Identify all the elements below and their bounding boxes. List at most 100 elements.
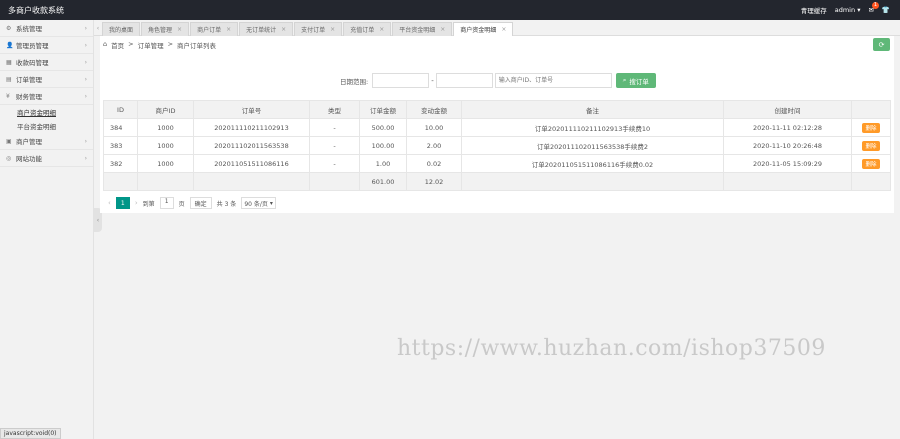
sidebar-item-label: 财务管理	[16, 93, 42, 101]
globe-icon: ◎	[6, 154, 12, 162]
sidebar-item[interactable]: ¥ 财务管理 ›	[0, 88, 93, 105]
column-header: ID	[103, 100, 138, 119]
topbar-actions: 青理缓存 admin ▾ ✉ 1 👕	[801, 2, 890, 15]
user-icon: 👤	[6, 41, 14, 49]
column-header: 备注	[461, 100, 724, 119]
sidebar-item-label: 收款码管理	[16, 59, 49, 67]
cell-action: 删除	[851, 154, 891, 173]
column-header: 订单金额	[359, 100, 407, 119]
cell-type: -	[309, 118, 360, 137]
tab[interactable]: 无订单统计 ×	[239, 22, 294, 36]
total-amount: 601.00	[359, 172, 407, 191]
qrcode-icon: ▦	[6, 58, 12, 66]
sidebar-item[interactable]: ◎ 网站功能 ›	[0, 150, 93, 167]
cell-amount: 100.00	[359, 136, 407, 155]
per-page-select[interactable]: 90 条/页 ▾	[241, 197, 276, 209]
close-icon[interactable]: ×	[379, 26, 384, 33]
sidebar-item-label: 管理员管理	[16, 42, 49, 50]
cell-change: 2.00	[406, 136, 462, 155]
breadcrumb-level2: 商户订单列表	[177, 42, 217, 50]
close-icon[interactable]: ×	[226, 26, 231, 33]
keyword-input[interactable]	[494, 73, 612, 88]
chevron-down-icon: ▾	[857, 6, 861, 14]
cell-type: -	[309, 154, 360, 173]
close-icon[interactable]: ×	[177, 26, 182, 33]
search-row: 日期范围: - ⌕ 搜订单	[340, 73, 656, 88]
table-row: 383 1000 202011102011563538-100.00 2.00 订单20…	[103, 136, 891, 155]
tab[interactable]: 商户资金明细 ×	[453, 22, 514, 36]
tab[interactable]: 支付订单 ×	[294, 22, 343, 36]
pagination: ‹ 1 › 到第 1 页 确定 共 3 条 90 条/页 ▾	[108, 197, 276, 209]
sidebar-subitem[interactable]: 商户资金明细	[0, 105, 93, 119]
close-icon[interactable]: ×	[281, 26, 286, 33]
table-row: 382 1000 202011051511086116-1.00 0.02 订单2020…	[103, 154, 891, 173]
cell-time: 2020-11-05 15:09:29	[723, 154, 852, 173]
cell-change: 0.02	[406, 154, 462, 173]
fund-detail-table: ID 商户ID 订单号 类型 订单金额 变动金额 备注 创建时间 384 1000 2020111…	[103, 100, 891, 191]
sidebar-subitem[interactable]: 平台资金明细	[0, 119, 93, 133]
home-icon: ⌂	[103, 40, 108, 48]
tabs-scroll-left-icon[interactable]: ‹	[94, 20, 102, 36]
sidebar-item[interactable]: ⚙ 系统管理 ›	[0, 20, 93, 37]
tab[interactable]: 商户订单 ×	[190, 22, 239, 36]
sidebar-item-label: 系统管理	[16, 25, 42, 33]
next-page-icon[interactable]: ›	[135, 199, 138, 207]
user-menu[interactable]: admin ▾	[835, 6, 861, 14]
column-header: 商户ID	[137, 100, 194, 119]
column-header	[851, 100, 891, 119]
sidebar-item[interactable]: 👤 管理员管理 ›	[0, 37, 93, 54]
close-icon[interactable]: ×	[330, 26, 335, 33]
current-page[interactable]: 1	[115, 197, 130, 209]
chevron-right-icon: ›	[84, 24, 87, 32]
tab[interactable]: 我的桌面	[102, 22, 141, 36]
watermark: https://www.huzhan.com/ishop37509	[397, 336, 826, 361]
goto-confirm-button[interactable]: 确定	[189, 197, 212, 209]
clear-cache-link[interactable]: 青理缓存	[801, 5, 827, 15]
delete-button[interactable]: 删除	[862, 158, 880, 169]
tab[interactable]: 充值订单 ×	[343, 22, 392, 36]
gear-icon: ⚙	[6, 24, 12, 32]
notification-button[interactable]: ✉ 1	[868, 2, 879, 14]
cell-change: 10.00	[406, 118, 462, 137]
chevron-right-icon: ›	[84, 154, 87, 162]
delete-button[interactable]: 删除	[862, 140, 880, 151]
app-title: 多商户收款系统	[8, 6, 64, 15]
prev-page-icon[interactable]: ‹	[108, 199, 111, 207]
store-icon: ▣	[6, 137, 12, 145]
breadcrumb-home[interactable]: 首页	[111, 40, 124, 50]
doc-icon: ▤	[6, 75, 12, 83]
cell-remark: 订单202011051511086116手续费0.02	[461, 154, 724, 173]
sidebar-item-label: 网站功能	[16, 155, 42, 163]
close-icon[interactable]: ×	[501, 26, 506, 33]
goto-page-input[interactable]: 1	[159, 197, 174, 209]
refresh-button[interactable]: ⟳	[873, 38, 890, 51]
delete-button[interactable]: 删除	[862, 122, 880, 133]
sidebar-item[interactable]: ▦ 收款码管理 ›	[0, 54, 93, 71]
sidebar-item[interactable]: ▤ 订单管理 ›	[0, 71, 93, 88]
cell-order: 202011110211102913	[193, 118, 310, 137]
cell-id: 382	[103, 154, 138, 173]
chevron-right-icon: ›	[84, 58, 87, 66]
tab[interactable]: 平台资金明细 ×	[392, 22, 453, 36]
cell-type: -	[309, 136, 360, 155]
total-row: 601.00 12.02	[103, 172, 891, 191]
column-header: 类型	[309, 100, 360, 119]
cell-order: 202011102011563538	[193, 136, 310, 155]
cell-amount: 500.00	[359, 118, 407, 137]
shirt-icon[interactable]: 👕	[882, 6, 890, 14]
close-icon[interactable]: ×	[440, 26, 445, 33]
breadcrumb-level1[interactable]: 订单管理	[138, 40, 164, 50]
end-date-input[interactable]	[435, 73, 493, 88]
chevron-down-icon: ▾	[269, 199, 273, 207]
column-header: 创建时间	[723, 100, 852, 119]
chevron-right-icon: ›	[84, 75, 87, 83]
tab[interactable]: 角色管理 ×	[141, 22, 190, 36]
total-count: 共 3 条	[216, 200, 237, 208]
main-content: ⌂ 首页 > 订单管理 > 商户订单列表 ⟳ 日期范围: - ⌕ 搜订单 ID商…	[100, 36, 894, 213]
sidebar-item[interactable]: ▣ 商户管理 ›	[0, 133, 93, 150]
cell-id: 383	[103, 136, 138, 155]
start-date-input[interactable]	[372, 73, 430, 88]
chevron-right-icon: ›	[84, 137, 87, 145]
search-button[interactable]: ⌕ 搜订单	[615, 73, 656, 88]
cell-action: 删除	[851, 118, 891, 137]
